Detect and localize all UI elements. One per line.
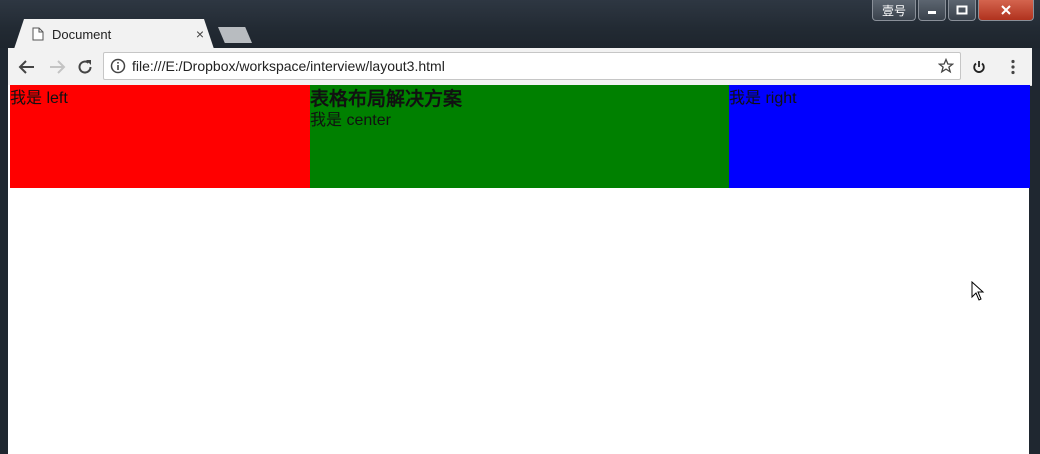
mouse-cursor-icon xyxy=(971,281,985,301)
right-column: 我是 right xyxy=(729,85,1030,188)
reload-button[interactable] xyxy=(74,56,96,78)
url-text[interactable]: file:///E:/Dropbox/workspace/interview/l… xyxy=(132,58,938,74)
window-controls: 壹号 xyxy=(872,0,1034,21)
center-column: 表格布局解决方案 我是 center xyxy=(310,85,729,188)
forward-button[interactable] xyxy=(46,56,68,78)
right-column-text: 我是 right xyxy=(729,90,797,107)
more-vertical-icon xyxy=(1011,59,1015,75)
minimize-icon xyxy=(928,11,936,14)
forward-arrow-icon xyxy=(50,60,66,74)
left-column-text: 我是 left xyxy=(10,90,68,107)
address-bar[interactable]: file:///E:/Dropbox/workspace/interview/l… xyxy=(103,52,961,80)
bookmark-star-icon[interactable] xyxy=(938,58,954,74)
page-viewport: 我是 left 表格布局解决方案 我是 center 我是 right xyxy=(8,85,1030,454)
page-heading: 表格布局解决方案 xyxy=(310,89,463,110)
info-icon[interactable] xyxy=(110,58,126,74)
power-extension-button[interactable] xyxy=(968,56,990,78)
maximize-icon xyxy=(956,5,968,15)
back-button[interactable] xyxy=(16,56,38,78)
tab-close-button[interactable]: × xyxy=(196,26,204,42)
back-arrow-icon xyxy=(18,60,34,74)
power-icon xyxy=(973,61,985,73)
close-window-button[interactable] xyxy=(978,0,1034,21)
minimize-button[interactable] xyxy=(918,0,946,21)
user-profile-button[interactable]: 壹号 xyxy=(872,0,916,21)
browser-menu-button[interactable] xyxy=(1002,56,1024,78)
tab-content: Document × xyxy=(32,19,212,49)
tab-title: Document xyxy=(52,26,112,42)
three-column-layout: 我是 left 表格布局解决方案 我是 center 我是 right xyxy=(10,85,1030,188)
document-icon xyxy=(32,27,44,41)
left-column: 我是 left xyxy=(10,85,310,188)
center-column-text: 我是 center xyxy=(310,112,391,129)
maximize-button[interactable] xyxy=(948,0,976,21)
browser-toolbar: file:///E:/Dropbox/workspace/interview/l… xyxy=(8,48,1032,86)
close-icon xyxy=(1001,5,1011,15)
reload-icon xyxy=(78,60,92,74)
